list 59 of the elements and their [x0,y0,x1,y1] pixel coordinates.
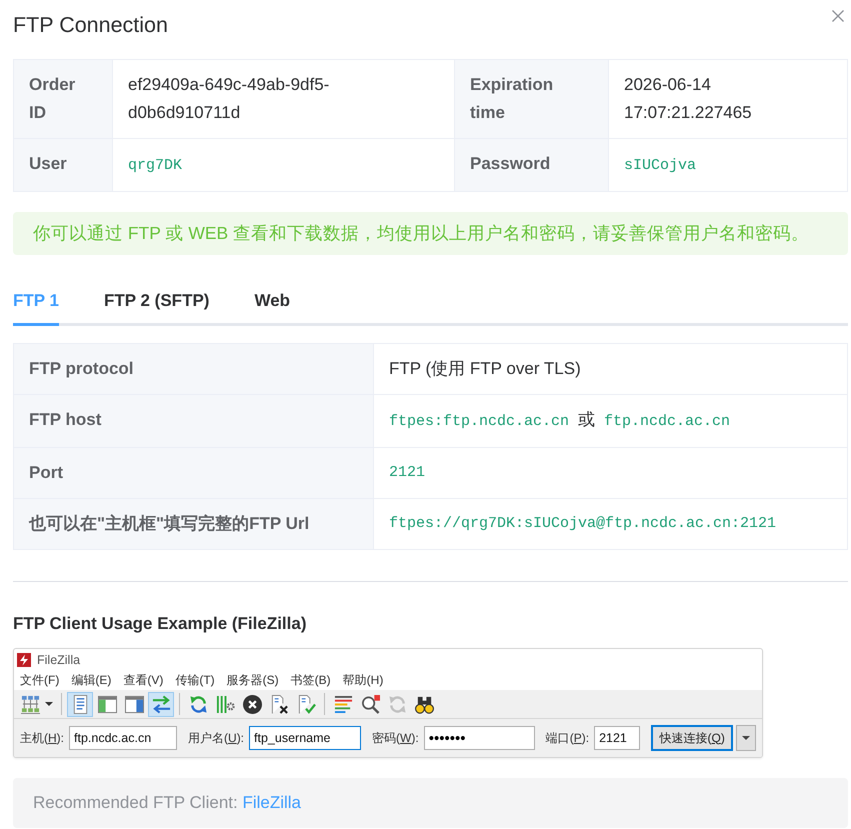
field-label: User [14,139,112,191]
field-label: 端口(P): [546,730,590,746]
menu-item[interactable]: 文件(F) [20,672,60,689]
setting-label: FTP protocol [14,344,373,394]
field-label: Order ID [14,60,112,138]
menu-item[interactable]: 帮助(H) [342,672,384,689]
document-check-icon [296,694,316,714]
menu-item[interactable]: 查看(V) [123,672,164,689]
cancel-icon [242,694,262,714]
setting-label: Port [14,448,373,498]
tab[interactable]: Web [254,289,290,326]
document-x-icon [270,694,288,714]
field-label: Expiration time [455,60,608,138]
search-icon [360,694,380,714]
close-icon[interactable] [832,10,844,22]
tab[interactable]: FTP 2 (SFTP) [104,289,210,326]
field-label: Password [455,139,608,191]
menu-item[interactable]: 服务器(S) [226,672,279,689]
input-field[interactable]: 2121 [594,726,640,750]
code-value: qrg7DK [128,157,182,174]
menu-item[interactable]: 传输(T) [175,672,215,689]
field-label: 用户名(U): [188,730,244,746]
recommend-note: Recommended FTP Client: FileZilla [33,792,301,814]
code-value: sIUCojva [624,157,696,174]
value-text: 或 [578,409,596,431]
lines-list-icon [334,694,352,714]
right-pane-window-icon [124,694,144,714]
input-field[interactable]: ftp_username [249,726,362,750]
binoculars-icon [414,694,434,714]
network-icon [21,694,40,714]
code-value: ftpes:ftp.ncdc.ac.cn [389,412,570,432]
code-value: ftp.ncdc.ac.cn [604,412,730,432]
section-title: FTP Client Usage Example (FileZilla) [13,613,308,635]
code-value: 2121 [389,463,426,483]
value-text: FTP (使用 FTP over TLS) [389,358,581,380]
bars-gear-icon [216,694,234,714]
setting-label: 也可以在"主机框"填写完整的FTP Url [14,499,373,549]
dialog-title: FTP Connection [13,12,168,38]
field-label: 密码(W): [372,730,419,746]
dropdown-button[interactable] [736,725,756,751]
code-value: ftpes://qrg7DK:sIUCojva@ftp.ncdc.ac.cn:2121 [389,514,776,534]
field-label: 主机(H): [20,730,64,746]
menu-item[interactable]: 编辑(E) [71,672,112,689]
refresh-icon [188,694,208,714]
setting-label: FTP host [14,395,373,447]
caret-icon [742,736,750,740]
input-field[interactable]: ftp.ncdc.ac.cn [69,726,178,750]
window-title: FileZilla [37,653,80,667]
swap-arrows-icon [152,694,170,714]
sync-arrows-icon [388,694,406,714]
menu-item[interactable]: 书签(B) [290,672,331,689]
caret-icon [45,702,53,706]
quick-connect-button[interactable]: 快速连接(Q) [651,725,734,751]
input-field[interactable]: ••••••• [424,726,535,750]
info-alert: 你可以通过 FTP 或 WEB 查看和下载数据，均使用以上用户名和密码，请妥善保管用户名和密码。 [13,212,848,255]
value-text: ef29409a-649c-49ab-9df5-d0b6d910711d [128,75,330,122]
app-logo-icon [17,653,31,667]
left-pane-window-icon [98,694,116,714]
value-text: 2026-06-14 17:07:21.227465 [624,75,752,122]
